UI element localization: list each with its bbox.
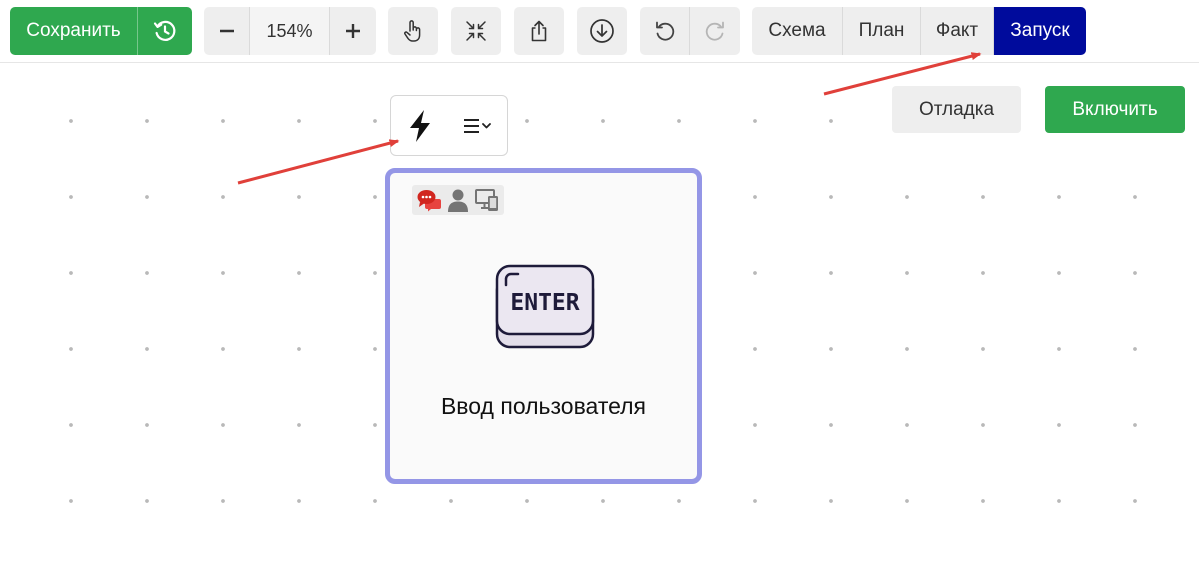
history-nav-group bbox=[640, 7, 740, 55]
download-group bbox=[577, 7, 627, 55]
zoom-out-button[interactable] bbox=[204, 7, 250, 55]
hand-pointer-icon bbox=[404, 20, 421, 42]
zoom-control: 154% bbox=[204, 7, 376, 55]
save-group: Сохранить bbox=[10, 7, 192, 55]
zoom-in-button[interactable] bbox=[330, 7, 376, 55]
tab-run[interactable]: Запуск bbox=[994, 7, 1086, 55]
mode-tabs: Схема План Факт Запуск bbox=[752, 7, 1086, 55]
export-button[interactable] bbox=[514, 7, 564, 55]
undo-icon bbox=[655, 21, 674, 41]
tab-scheme[interactable]: Схема bbox=[752, 7, 843, 55]
chat-bubbles-icon bbox=[417, 190, 441, 212]
node-badges bbox=[412, 185, 504, 215]
debug-button[interactable]: Отладка bbox=[892, 86, 1021, 133]
devices-icon bbox=[474, 189, 498, 211]
undo-button[interactable] bbox=[640, 7, 690, 55]
redo-icon bbox=[705, 21, 724, 41]
fit-view-group bbox=[451, 7, 501, 55]
node-toolbar bbox=[390, 95, 508, 156]
user-input-node[interactable]: ENTER Ввод пользователя bbox=[385, 168, 702, 484]
history-clock-icon bbox=[153, 20, 176, 41]
trigger-button[interactable] bbox=[391, 96, 449, 155]
tab-fact[interactable]: Факт bbox=[921, 7, 994, 55]
redo-button[interactable] bbox=[690, 7, 740, 55]
pan-tool-button[interactable] bbox=[388, 7, 438, 55]
download-circle-icon bbox=[590, 19, 614, 43]
export-group bbox=[514, 7, 564, 55]
enter-key-text: ENTER bbox=[510, 290, 579, 316]
history-button[interactable] bbox=[138, 7, 192, 55]
pan-tool-group bbox=[388, 7, 438, 55]
fit-view-button[interactable] bbox=[451, 7, 501, 55]
minus-icon bbox=[219, 29, 234, 33]
node-label: Ввод пользователя bbox=[440, 393, 647, 419]
top-toolbar: Сохранить 154% Схема План Факт Запуск bbox=[0, 0, 1199, 63]
enable-button[interactable]: Включить bbox=[1045, 86, 1185, 133]
share-export-icon bbox=[531, 20, 547, 42]
user-icon bbox=[447, 189, 468, 212]
enter-key-icon: ENTER bbox=[495, 264, 595, 349]
list-menu-icon bbox=[464, 118, 491, 133]
download-button[interactable] bbox=[577, 7, 627, 55]
save-button[interactable]: Сохранить bbox=[10, 7, 138, 55]
plus-icon bbox=[346, 24, 360, 38]
zoom-level[interactable]: 154% bbox=[250, 7, 330, 55]
fit-arrows-icon bbox=[466, 21, 486, 41]
node-menu-button[interactable] bbox=[449, 96, 507, 155]
tab-plan[interactable]: План bbox=[843, 7, 921, 55]
lightning-icon bbox=[410, 109, 430, 142]
